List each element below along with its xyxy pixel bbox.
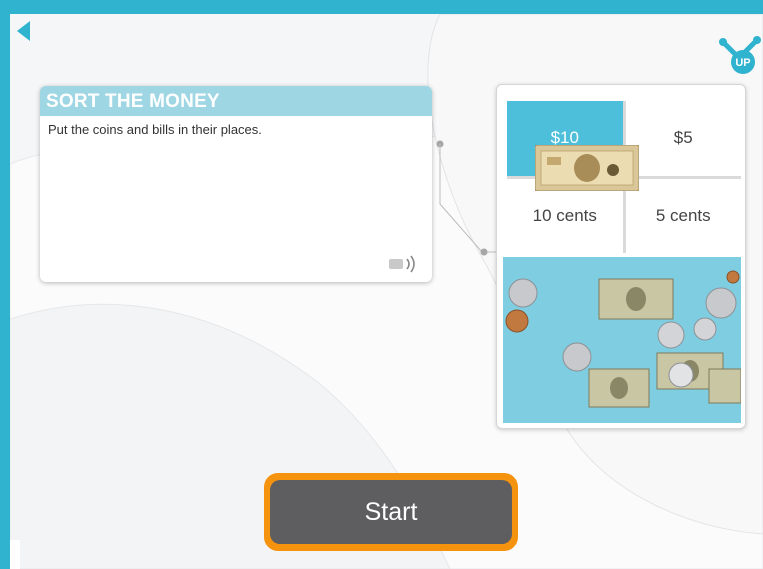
audio-button[interactable] xyxy=(388,254,424,274)
back-button[interactable] xyxy=(16,20,36,42)
audio-speaker-icon xyxy=(389,255,415,273)
money-tray xyxy=(503,257,742,423)
app-logo: UP xyxy=(717,36,763,76)
category-cell-five-cents: 5 cents xyxy=(625,178,741,253)
category-cell-five-dollars: $5 xyxy=(625,101,741,176)
activity-preview: $10 $5 10 cents 5 cents xyxy=(496,84,746,429)
activity-title: SORT THE MONEY xyxy=(40,86,432,116)
molecule-logo-icon: UP xyxy=(719,36,761,74)
ten-dollar-bill-image xyxy=(535,145,639,191)
activity-screen: UP SORT THE MONEY Put the coins and bill… xyxy=(10,14,763,569)
activity-instruction: Put the coins and bills in their places. xyxy=(48,122,262,137)
instruction-card: SORT THE MONEY Put the coins and bills i… xyxy=(40,86,432,282)
logo-text: UP xyxy=(735,57,750,69)
start-button[interactable]: Start xyxy=(270,480,512,544)
back-arrow-icon xyxy=(17,21,30,41)
card-connector xyxy=(436,140,496,256)
scattered-money-image xyxy=(505,270,742,408)
side-tab xyxy=(10,540,20,569)
